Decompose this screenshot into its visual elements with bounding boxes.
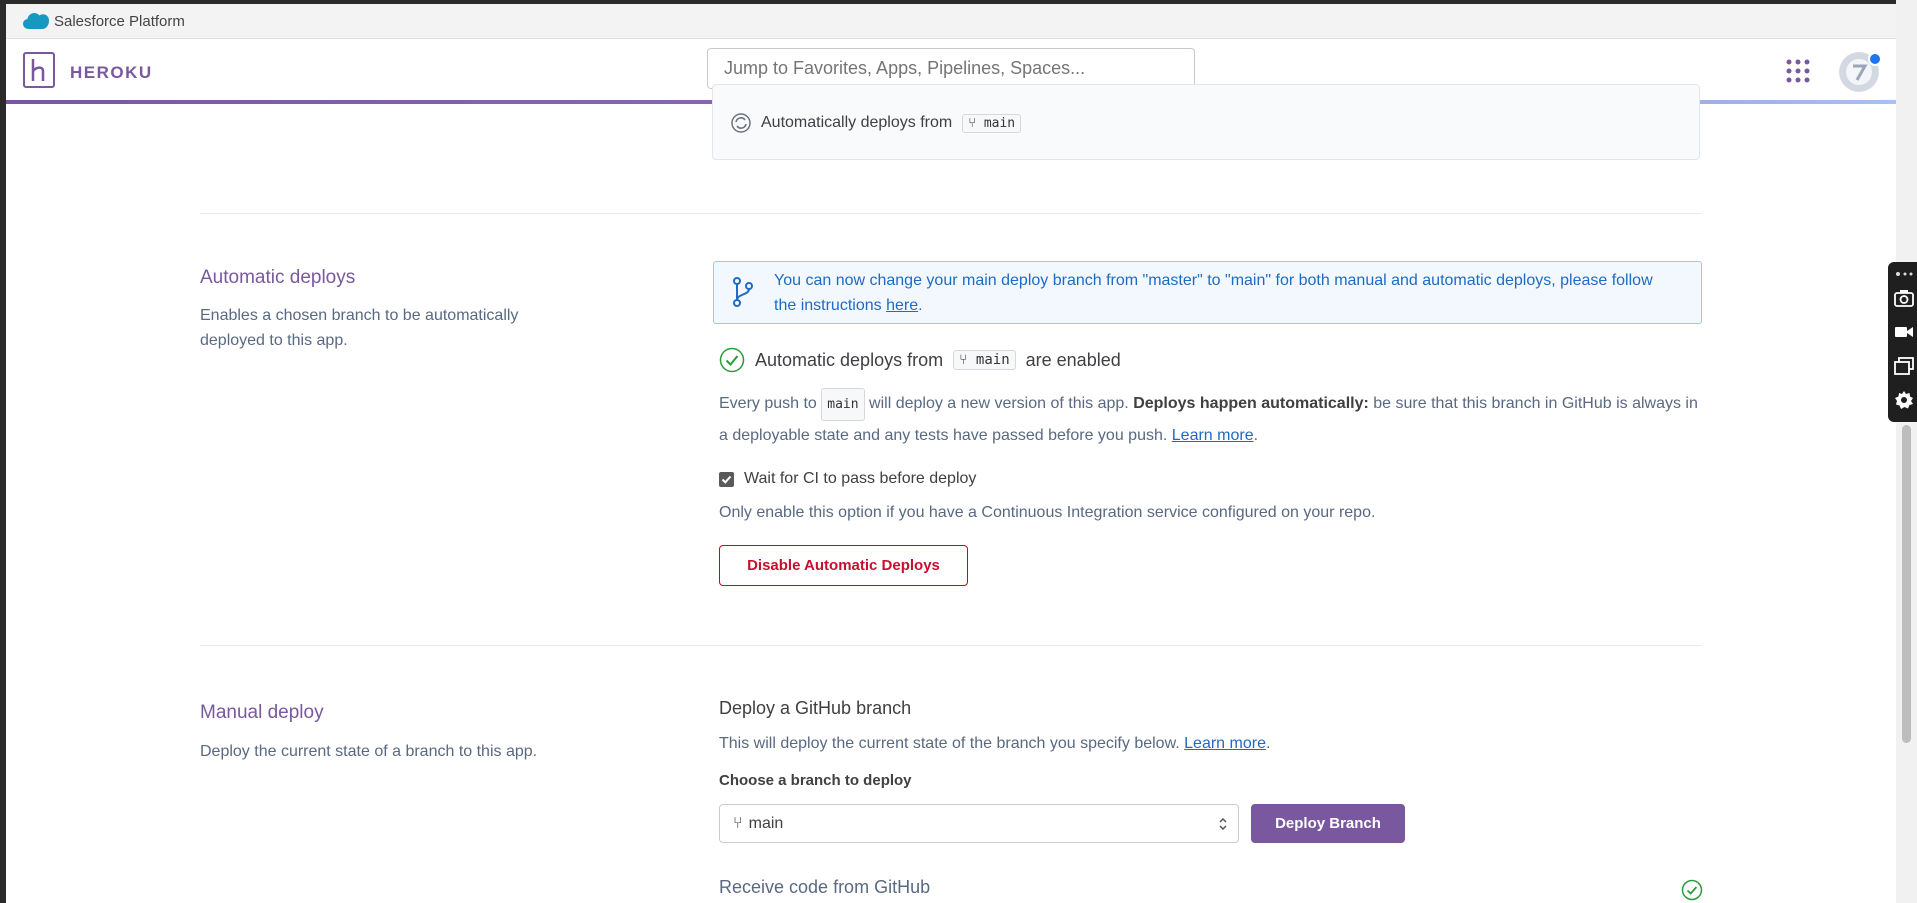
salesforce-cloud-icon xyxy=(23,13,49,29)
status-prefix: Automatic deploys from xyxy=(755,349,944,370)
apps-grid-icon[interactable] xyxy=(1786,59,1810,83)
wait-for-ci-option[interactable]: Wait for CI to pass before deploy xyxy=(719,470,976,488)
git-branch-icon xyxy=(733,277,753,307)
select-caret-icon xyxy=(1219,817,1227,831)
wait-for-ci-checkbox[interactable] xyxy=(719,471,734,487)
wait-for-ci-label[interactable]: Wait for CI to pass before deploy xyxy=(744,470,976,488)
section-divider xyxy=(200,645,1701,646)
check-circle-icon xyxy=(1681,879,1703,901)
platform-title: Salesforce Platform xyxy=(54,12,185,30)
automatic-deploys-description: Enables a chosen branch to be automatica… xyxy=(200,307,519,349)
more-icon[interactable] xyxy=(1894,268,1914,280)
auto-deploy-summary-text: Automatically deploys from xyxy=(761,114,953,131)
sync-icon xyxy=(731,113,751,133)
choose-branch-label: Choose a branch to deploy xyxy=(719,772,912,789)
section-divider xyxy=(200,213,1701,214)
deployment-method-card: Automatically deploys from ⑂ main xyxy=(712,84,1700,160)
floating-toolbar xyxy=(1888,262,1917,422)
instructions-link[interactable]: here xyxy=(886,297,918,314)
selected-branch: main xyxy=(748,814,784,832)
scrollbar-thumb[interactable] xyxy=(1902,425,1911,743)
manual-deploy-description: Deploy the current state of a branch to … xyxy=(200,743,538,760)
manual-deploy-title: Manual deploy xyxy=(200,702,324,723)
branch-tag: main xyxy=(821,388,865,421)
learn-more-link[interactable]: Learn more xyxy=(1172,427,1254,444)
branch-icon: ⑂ xyxy=(968,115,976,131)
deploy-github-branch-heading: Deploy a GitHub branch xyxy=(719,698,912,718)
branch-tag: ⑂ main xyxy=(962,113,1022,133)
status-suffix: are enabled xyxy=(1025,349,1121,370)
check-circle-icon xyxy=(719,347,745,373)
scrollbar[interactable] xyxy=(1896,0,1917,903)
heroku-logo[interactable] xyxy=(23,52,55,88)
branch-select[interactable]: ⑂ main xyxy=(719,804,1239,843)
browser-window: Salesforce Platform HEROKU Jump to Favor… xyxy=(6,4,1896,903)
windows-icon[interactable] xyxy=(1894,356,1914,376)
auto-deploy-status: Automatic deploys from ⑂ main are enable… xyxy=(719,347,1121,373)
learn-more-link[interactable]: Learn more xyxy=(1184,735,1266,752)
auto-deploy-explanation: Every push to main will deploy a new ver… xyxy=(719,388,1709,450)
notification-dot xyxy=(1868,52,1882,66)
branch-icon: ⑂ xyxy=(733,814,743,832)
receive-code-heading: Receive code from GitHub xyxy=(719,877,931,897)
checkmark-icon xyxy=(721,475,732,484)
branch-tag: ⑂ main xyxy=(953,350,1016,370)
camera-icon[interactable] xyxy=(1894,288,1914,308)
video-icon[interactable] xyxy=(1894,322,1914,342)
deploy-github-branch-desc: This will deploy the current state of th… xyxy=(719,735,1271,752)
disable-automatic-deploys-button[interactable]: Disable Automatic Deploys xyxy=(719,545,968,586)
main-content: Automatically deploys from ⑂ main Automa… xyxy=(6,84,1896,903)
auto-deploy-summary: Automatically deploys from ⑂ main xyxy=(731,113,1022,133)
info-banner-text: You can now change your main deploy bran… xyxy=(774,272,1653,314)
ci-note: Only enable this option if you have a Co… xyxy=(719,504,1376,521)
info-banner: You can now change your main deploy bran… xyxy=(713,261,1702,324)
branch-icon: ⑂ xyxy=(959,352,968,368)
heroku-logo-icon xyxy=(31,59,45,81)
automatic-deploys-title: Automatic deploys xyxy=(200,267,356,288)
search-input[interactable] xyxy=(707,48,1195,89)
deploy-branch-button[interactable]: Deploy Branch xyxy=(1251,804,1405,843)
gear-icon[interactable] xyxy=(1894,390,1914,410)
brand-name[interactable]: HEROKU xyxy=(70,63,153,83)
salesforce-bar: Salesforce Platform xyxy=(6,4,1896,39)
